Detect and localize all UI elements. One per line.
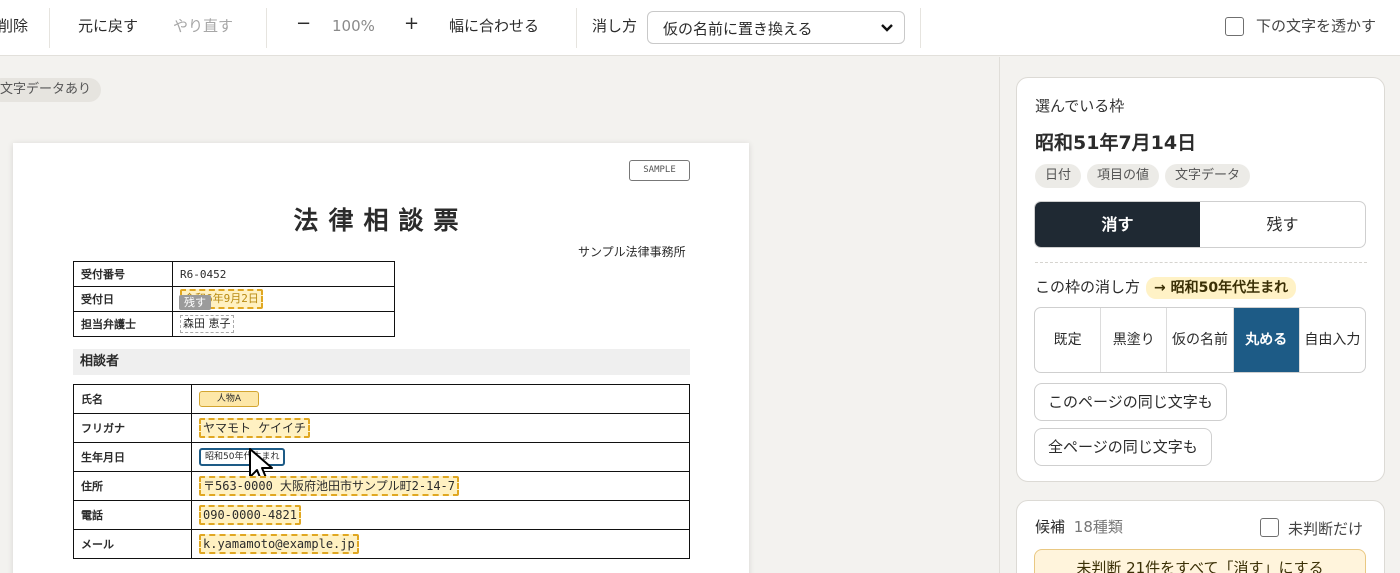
top-toolbar: 削除 元に戻す やり直す − 100% + 幅に合わせる 消し方 仮の名前に置き…	[0, 0, 1400, 56]
toolbar-divider	[920, 8, 921, 48]
table-row: メール k.yamamoto@example.jp	[73, 529, 690, 559]
method-options: 既定 黒塗り 仮の名前 丸める 自由入力	[1034, 307, 1366, 373]
chip-field-value: 項目の値	[1087, 164, 1160, 188]
show-text-checkbox[interactable]	[1225, 17, 1244, 36]
table-row: 受付番号 R6-0452	[73, 261, 395, 287]
office-name: サンプル法律事務所	[578, 245, 686, 259]
selection-card: 選んでいる枠 昭和51年7月14日 日付 項目の値 文字データ この枠の消し方 → 昭…	[1016, 77, 1385, 482]
reception-key: 担当弁護士	[73, 311, 173, 337]
name-placeholder-tag[interactable]: 人物A	[199, 391, 259, 407]
document-canvas: 文字データあり SAMPLE 法律相談票 サンプル法律事務所 受付番号 R6-0…	[0, 57, 999, 573]
zoom-in-button[interactable]: +	[404, 14, 419, 34]
table-row: 氏名 人物A	[73, 384, 690, 414]
bulk-erase-button[interactable]: 未判断 21件をすべて「消す」にする	[1034, 549, 1366, 573]
client-key: 生年月日	[73, 442, 192, 472]
chevron-down-icon	[881, 24, 893, 32]
lawyer-cell[interactable]: 森田 恵子	[172, 311, 395, 337]
selected-label: 選んでいる枠	[1035, 97, 1125, 115]
table-row: 住所 〒563-0000 大阪府池田市サンプル町2-14-7	[73, 471, 690, 501]
erase-keep-toggle: 消す 残す	[1034, 201, 1366, 248]
redo-button[interactable]: やり直す	[173, 16, 233, 36]
method-result: → 昭和50年代生まれ	[1146, 277, 1297, 299]
table-row: 担当弁護士 森田 恵子	[73, 311, 395, 337]
divider	[1035, 262, 1367, 263]
client-table: 氏名 人物A フリガナ ヤマモト ケイイチ 生年月日 昭和50年代生まれ 住所 …	[73, 384, 690, 559]
dob-cell[interactable]: 昭和50年代生まれ	[191, 442, 690, 483]
method-select-value: 仮の名前に置き換える	[663, 20, 813, 38]
candidates-count: 18種類	[1073, 518, 1123, 536]
client-key: 住所	[73, 471, 192, 501]
toolbar-divider	[49, 8, 50, 48]
method-label: 消し方	[592, 17, 638, 35]
method-free-input-button[interactable]: 自由入力	[1300, 308, 1365, 372]
method-pseudonym-button[interactable]: 仮の名前	[1167, 308, 1234, 372]
selected-chips: 日付 項目の値 文字データ	[1035, 164, 1256, 188]
sample-stamp: SAMPLE	[629, 160, 690, 181]
chip-date: 日付	[1035, 164, 1082, 188]
unjudged-only-checkbox[interactable]	[1260, 518, 1279, 537]
mail-value[interactable]: k.yamamoto@example.jp	[199, 534, 359, 554]
table-row: 電話 090-0000-4821	[73, 500, 690, 530]
method-default-button[interactable]: 既定	[1035, 308, 1102, 372]
phone-value[interactable]: 090-0000-4821	[199, 505, 301, 525]
undo-button[interactable]: 元に戻す	[78, 16, 138, 36]
document-title: 法律相談票	[293, 206, 469, 235]
method-round-button[interactable]: 丸める	[1233, 308, 1300, 372]
toolbar-divider	[576, 8, 577, 48]
reception-key: 受付日	[73, 286, 173, 312]
reception-date-cell[interactable]: 令和6年9月2日 残す	[172, 286, 395, 312]
address-cell[interactable]: 〒563-0000 大阪府池田市サンプル町2-14-7	[191, 471, 690, 501]
lawyer-name-value[interactable]: 森田 恵子	[180, 315, 234, 333]
method-blackout-button[interactable]: 黒塗り	[1101, 308, 1168, 372]
reception-number-value: R6-0452	[172, 261, 395, 287]
candidates-label: 候補	[1035, 518, 1066, 536]
kana-value[interactable]: ヤマモト ケイイチ	[199, 418, 310, 438]
client-key: 電話	[73, 500, 192, 530]
mail-cell[interactable]: k.yamamoto@example.jp	[191, 529, 690, 559]
reception-table: 受付番号 R6-0452 受付日 令和6年9月2日 残す 担当弁護士 森田 恵子	[73, 261, 395, 337]
text-data-pill: 文字データあり	[0, 78, 102, 102]
table-row: フリガナ ヤマモト ケイイチ	[73, 413, 690, 443]
candidates-header: 候補 18種類	[1035, 516, 1123, 537]
address-value[interactable]: 〒563-0000 大阪府池田市サンプル町2-14-7	[199, 476, 460, 496]
selected-value: 昭和51年7月14日	[1035, 132, 1197, 154]
toolbar-divider	[266, 8, 267, 48]
document-page: SAMPLE 法律相談票 サンプル法律事務所 受付番号 R6-0452 受付日 …	[13, 143, 749, 573]
chip-text-data: 文字データ	[1165, 164, 1251, 188]
client-key: メール	[73, 529, 192, 559]
method-select[interactable]: 仮の名前に置き換える	[647, 11, 905, 44]
zoom-level: 100%	[332, 17, 375, 35]
unjudged-only-label: 未判断だけ	[1288, 520, 1364, 538]
all-pages-button[interactable]: 全ページの同じ文字も	[1034, 428, 1212, 466]
method-label: この枠の消し方	[1035, 278, 1141, 296]
same-page-button[interactable]: このページの同じ文字も	[1034, 383, 1227, 421]
table-row: 受付日 令和6年9月2日 残す	[73, 286, 395, 312]
kana-cell[interactable]: ヤマモト ケイイチ	[191, 413, 690, 443]
reception-key: 受付番号	[73, 261, 173, 287]
keep-button[interactable]: 残す	[1200, 202, 1365, 247]
erase-button[interactable]: 消す	[1035, 202, 1200, 247]
name-cell[interactable]: 人物A	[191, 384, 690, 414]
remain-badge: 残す	[179, 295, 211, 310]
phone-cell[interactable]: 090-0000-4821	[191, 500, 690, 530]
fit-width-button[interactable]: 幅に合わせる	[449, 16, 539, 36]
zoom-out-button[interactable]: −	[296, 14, 311, 34]
delete-button[interactable]: 削除	[0, 16, 28, 36]
client-key: 氏名	[73, 384, 192, 414]
method-row: この枠の消し方 → 昭和50年代生まれ	[1035, 276, 1297, 299]
client-key: フリガナ	[73, 413, 192, 443]
table-row: 生年月日 昭和50年代生まれ	[73, 442, 690, 483]
show-text-label: 下の文字を透かす	[1256, 17, 1377, 35]
section-title: 相談者	[73, 349, 690, 375]
